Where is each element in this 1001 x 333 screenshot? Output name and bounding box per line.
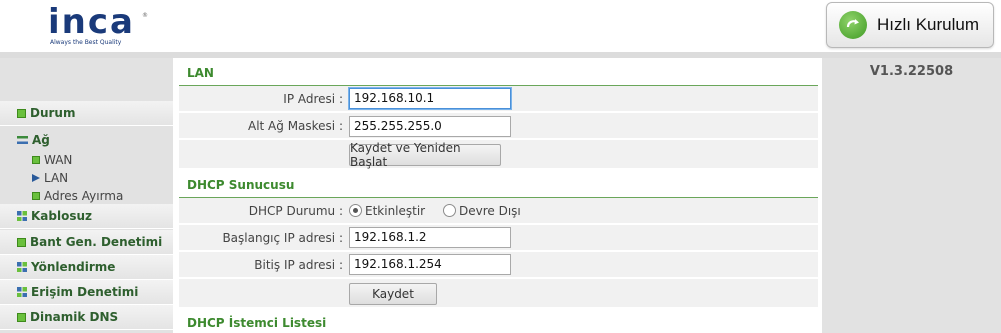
disable-radio-label: Devre Dışı [459, 204, 521, 218]
logo-registered-mark: ® [142, 12, 148, 19]
firmware-version: V1.3.22508 [869, 64, 954, 79]
ip-address-input[interactable]: 192.168.10.1 [349, 88, 511, 109]
logo-text: inca [48, 2, 135, 42]
ip-address-row: IP Adresi : 192.168.10.1 [179, 86, 818, 112]
end-ip-row: Bitiş IP adresi : 192.168.1.254 [179, 252, 818, 278]
sidebar-item-bant-gen-denetimi[interactable]: Bant Gen. Denetimi [0, 230, 173, 255]
quick-setup-label: Hızlı Kurulum [877, 15, 980, 34]
sidebar-item-label: Yönlendirme [31, 260, 116, 274]
dhcp-save-button[interactable]: Kaydet [349, 283, 437, 305]
green-square-icon [32, 192, 40, 200]
arrow-icon [32, 174, 40, 182]
enable-radio-label: Etkinleştir [365, 204, 426, 218]
right-panel: V1.3.22508 [822, 58, 1001, 333]
header: inca ® Always the Best Quality Hızlı Kur… [0, 0, 1001, 52]
green-square-icon [17, 237, 26, 247]
lan-section-title: LAN [187, 66, 214, 80]
dhcp-save-row: Kaydet [179, 279, 818, 308]
dhcp-section-title: DHCP Sunucusu [187, 178, 295, 192]
dhcp-status-label: DHCP Durumu : [248, 204, 343, 218]
green-square-icon [32, 156, 40, 164]
sidebar-subitem-label: Adres Ayırma [44, 189, 124, 203]
grid-icon [17, 211, 27, 221]
dhcp-status-row: DHCP Durumu : Etkinleştir Devre Dışı [179, 198, 818, 224]
sidebar-item-ag[interactable]: Ağ [0, 127, 173, 152]
sidebar-item-label: Ağ [32, 132, 50, 147]
start-ip-row: Başlangıç IP adresi : 192.168.1.2 [179, 225, 818, 251]
sidebar-item-dinamik-dns[interactable]: Dinamik DNS [0, 305, 173, 330]
inca-logo: inca ® Always the Best Quality [48, 2, 148, 48]
refresh-arrow-icon [839, 11, 867, 39]
end-ip-input[interactable]: 192.168.1.254 [349, 254, 511, 275]
green-square-icon [17, 312, 26, 322]
quick-setup-button[interactable]: Hızlı Kurulum [826, 2, 994, 48]
logo-tagline: Always the Best Quality [50, 39, 122, 46]
sidebar-item-label: Dinamik DNS [30, 310, 119, 324]
grid-icon [17, 262, 27, 272]
sidebar-item-label: Kablosuz [31, 209, 93, 223]
sidebar-item-erisim-denetimi[interactable]: Erişim Denetimi [0, 280, 173, 305]
sidebar-subitem-label: LAN [44, 171, 69, 185]
save-restart-button[interactable]: Kaydet ve Yeniden Başlat [349, 141, 501, 169]
sidebar-nav: Durum Ağ WAN LAN Adres Ayırma Kablosuz B… [0, 58, 173, 333]
sidebar-subitem-wan[interactable]: WAN [0, 151, 173, 169]
sidebar-subitem-label: WAN [44, 153, 73, 167]
sidebar-item-label: Durum [30, 106, 76, 120]
sidebar-item-label: Erişim Denetimi [31, 285, 139, 299]
sidebar-item-label: Bant Gen. Denetimi [30, 235, 163, 249]
sidebar-item-yonlendirme[interactable]: Yönlendirme [0, 255, 173, 280]
sidebar-subitem-lan[interactable]: LAN [0, 169, 173, 187]
sidebar-item-kablosuz[interactable]: Kablosuz [0, 204, 173, 229]
router-admin-page: inca ® Always the Best Quality Hızlı Kur… [0, 0, 1001, 333]
start-ip-label: Başlangıç IP adresi : [222, 231, 343, 245]
start-ip-input[interactable]: 192.168.1.2 [349, 227, 511, 248]
sidebar-item-durum[interactable]: Durum [0, 101, 173, 126]
main-content: LAN IP Adresi : 192.168.10.1 Alt Ağ Mask… [173, 58, 822, 333]
end-ip-label: Bitiş IP adresi : [254, 258, 343, 272]
subnet-mask-label: Alt Ağ Maskesi : [247, 119, 343, 133]
save-restart-row: Kaydet ve Yeniden Başlat [179, 140, 818, 169]
ip-address-label: IP Adresi : [283, 92, 343, 106]
bars-icon [17, 135, 28, 144]
subnet-mask-row: Alt Ağ Maskesi : 255.255.255.0 [179, 113, 818, 139]
grid-icon [17, 287, 27, 297]
sidebar-subitem-adres-ayirma[interactable]: Adres Ayırma [0, 187, 173, 205]
green-square-icon [17, 108, 26, 118]
subnet-mask-input[interactable]: 255.255.255.0 [349, 116, 511, 137]
enable-radio[interactable] [349, 204, 362, 217]
disable-radio[interactable] [443, 204, 456, 217]
client-list-title: DHCP İstemci Listesi [187, 316, 327, 330]
